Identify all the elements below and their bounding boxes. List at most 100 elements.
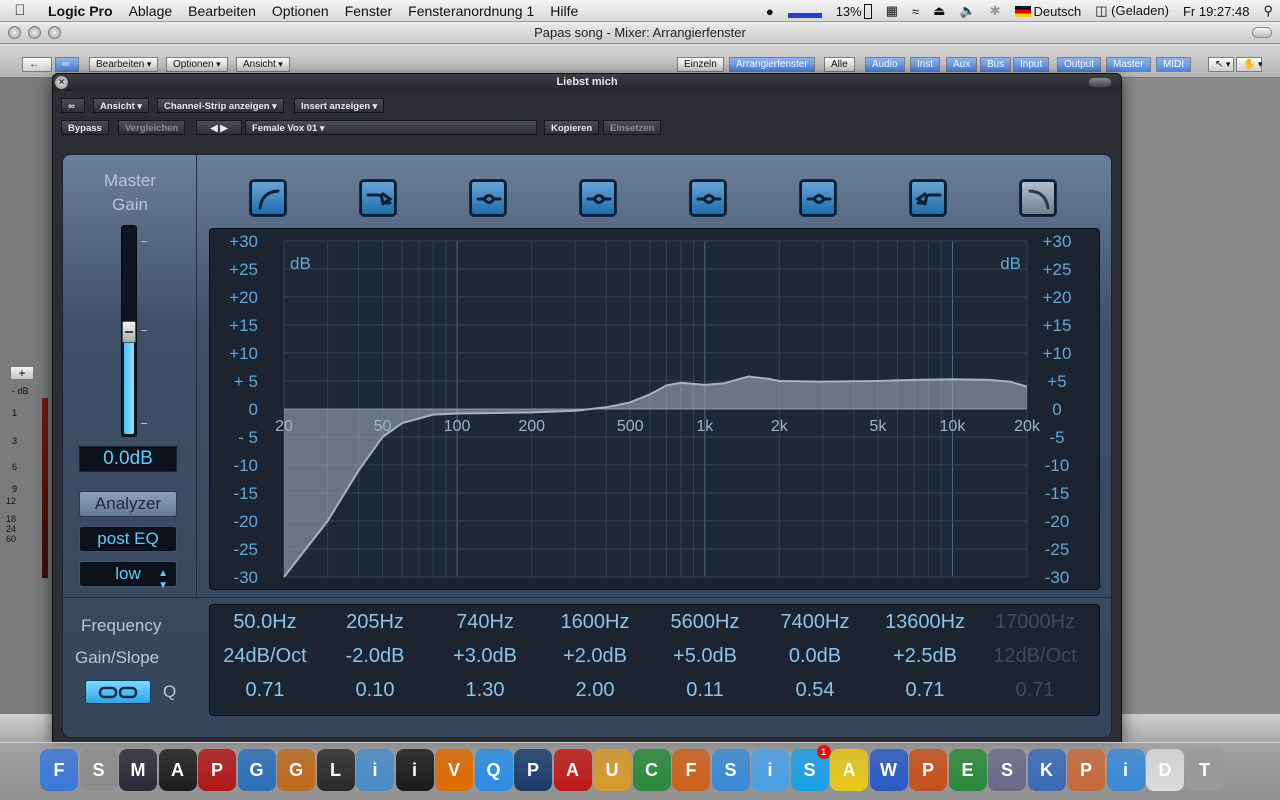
plugin-link-icon[interactable]: ∞	[61, 98, 85, 113]
bypass-button[interactable]: Bypass	[61, 120, 109, 135]
band-2-q[interactable]: 0.10	[320, 673, 430, 707]
filter-inst-button[interactable]: Inst	[910, 57, 941, 72]
band-5-gain[interactable]: +5.0dB	[650, 639, 760, 673]
analyzer-resolution-select[interactable]: low ▲ ▼	[79, 561, 177, 591]
menu-fensteranordnung[interactable]: Fensteranordnung 1	[400, 3, 542, 19]
band-1-gain[interactable]: 24dB/Oct	[210, 639, 320, 673]
firefox-dock-icon[interactable]: F	[672, 749, 710, 791]
options-menu[interactable]: Optionen	[166, 57, 228, 72]
vlc-dock-icon[interactable]: V	[435, 749, 473, 791]
band-3-frequency[interactable]: 740Hz	[430, 605, 540, 639]
script-editor-dock-icon[interactable]: S	[988, 749, 1026, 791]
filter-audio-button[interactable]: Audio	[865, 57, 905, 72]
plugin-view-menu[interactable]: Ansicht	[93, 98, 149, 113]
chrome-dock-icon[interactable]: C	[632, 749, 671, 791]
master-gain-fader[interactable]	[121, 225, 137, 437]
band-4-gain[interactable]: +2.0dB	[540, 639, 650, 673]
mode-all-button[interactable]: Alle	[824, 57, 855, 72]
menu-fenster[interactable]: Fenster	[337, 3, 400, 19]
itunes-dock-icon[interactable]: i	[751, 749, 789, 791]
q-couple-button[interactable]	[85, 680, 151, 704]
imovie-dock-icon[interactable]: i	[395, 749, 434, 791]
band-5-frequency[interactable]: 5600Hz	[650, 605, 760, 639]
photoshop-dock-icon[interactable]: P	[514, 749, 552, 791]
finder-dock-icon[interactable]: F	[40, 749, 78, 791]
band-8-frequency[interactable]: 17000Hz	[980, 605, 1090, 639]
power-status[interactable]: ◫ (Geladen)	[1095, 3, 1169, 19]
eq-graph[interactable]: +30 +30 +25 +25 +20 +20 +15 +15 +10 +10 + 5 +5 0 0 - 5…	[209, 228, 1100, 590]
volume-icon[interactable]: 🔈	[959, 3, 975, 19]
band-5-q[interactable]: 0.11	[650, 673, 760, 707]
filter-input-button[interactable]: Input	[1013, 57, 1050, 72]
powerpoint-dock-icon[interactable]: P	[909, 749, 947, 791]
band-3-q[interactable]: 1.30	[430, 673, 540, 707]
close-icon[interactable]: ×	[55, 76, 68, 89]
analyzer-mode-button[interactable]: post EQ	[79, 526, 177, 552]
band-2-frequency[interactable]: 205Hz	[320, 605, 430, 639]
add-channel-button[interactable]: +	[10, 366, 34, 380]
activity-monitor-dock-icon[interactable]: A	[158, 749, 197, 791]
band-1-q[interactable]: 0.71	[210, 673, 320, 707]
bluetooth-icon[interactable]: ✱	[990, 3, 1001, 19]
copy-button[interactable]: Kopieren	[544, 120, 600, 135]
band-8-q[interactable]: 0.71	[980, 673, 1090, 707]
filter-master-button[interactable]: Master	[1106, 57, 1151, 72]
documents-dock-icon[interactable]: D	[1146, 749, 1184, 791]
band-4-toggle-button[interactable]	[579, 179, 617, 217]
garageband-dock-icon[interactable]: G	[277, 749, 315, 791]
paste-button[interactable]: Einsetzen	[603, 120, 662, 135]
clock[interactable]: Fr 19:27:48	[1183, 4, 1250, 19]
band-4-q[interactable]: 2.00	[540, 673, 650, 707]
google-earth-dock-icon[interactable]: G	[237, 749, 276, 791]
photo-booth-dock-icon[interactable]: P	[198, 749, 236, 791]
toolbar-toggle-button[interactable]	[1252, 27, 1272, 38]
pointer-tool-icon[interactable]: ↖	[1208, 57, 1234, 72]
mode-arrange-button[interactable]: Arrangierfenster	[729, 57, 815, 72]
channel-strip-menu[interactable]: Channel-Strip anzeigen	[157, 98, 284, 113]
acrobat-dock-icon[interactable]: A	[553, 749, 592, 791]
band-3-toggle-button[interactable]	[469, 179, 507, 217]
zoom-window-button[interactable]	[48, 26, 61, 39]
safari-dock-icon[interactable]: S	[711, 749, 750, 791]
band-7-toggle-button[interactable]	[909, 179, 947, 217]
keynote-dock-icon[interactable]: K	[1027, 749, 1066, 791]
insert-menu[interactable]: Insert anzeigen	[294, 98, 385, 113]
hand-tool-icon[interactable]: ✋	[1236, 57, 1262, 72]
filter-bus-button[interactable]: Bus	[980, 57, 1012, 72]
wifi-icon[interactable]: ≈	[912, 4, 919, 19]
plugin-collapse-button[interactable]	[1089, 78, 1111, 87]
battery-status[interactable]: 13%	[836, 3, 872, 19]
band-3-gain[interactable]: +3.0dB	[430, 639, 540, 673]
preset-menu[interactable]: Female Vox 01	[245, 120, 537, 135]
mac-os-x-dock-icon[interactable]: M	[119, 749, 157, 791]
input-language[interactable]: Deutsch	[1014, 4, 1081, 19]
filter-aux-button[interactable]: Aux	[946, 57, 978, 72]
word-dock-icon[interactable]: W	[869, 749, 908, 791]
view-menu[interactable]: Ansicht	[236, 57, 290, 72]
quicktime-dock-icon[interactable]: Q	[474, 749, 513, 791]
band-2-gain[interactable]: -2.0dB	[320, 639, 430, 673]
analyzer-button[interactable]: Analyzer	[79, 491, 177, 517]
filter-midi-button[interactable]: MIDI	[1156, 57, 1192, 72]
menu-hilfe[interactable]: Hilfe	[542, 3, 586, 19]
band-5-toggle-button[interactable]	[689, 179, 727, 217]
spotlight-icon[interactable]: ⚲	[1263, 3, 1273, 19]
trash-dock-icon[interactable]: T	[1185, 749, 1224, 791]
menu-ablage[interactable]: Ablage	[121, 3, 181, 19]
band-7-gain[interactable]: +2.5dB	[870, 639, 980, 673]
status-icon[interactable]: ●	[766, 4, 774, 19]
band-6-frequency[interactable]: 7400Hz	[760, 605, 870, 639]
band-8-toggle-button[interactable]	[1019, 179, 1057, 217]
master-gain-value[interactable]: 0.0dB	[79, 446, 177, 472]
menu-app[interactable]: Logic Pro	[40, 3, 121, 19]
eject-icon[interactable]: ⏏	[933, 3, 945, 19]
ichat-dock-icon[interactable]: i	[1106, 749, 1145, 791]
uni-dock-icon[interactable]: U	[593, 749, 631, 791]
close-window-button[interactable]	[8, 26, 21, 39]
band-8-gain[interactable]: 12dB/Oct	[980, 639, 1090, 673]
band-7-q[interactable]: 0.71	[870, 673, 980, 707]
band-6-q[interactable]: 0.54	[760, 673, 870, 707]
skype-dock-icon[interactable]: S1	[790, 745, 831, 791]
master-gain-fader-knob[interactable]	[122, 321, 136, 343]
apple-menu-icon[interactable]: 	[0, 2, 40, 19]
